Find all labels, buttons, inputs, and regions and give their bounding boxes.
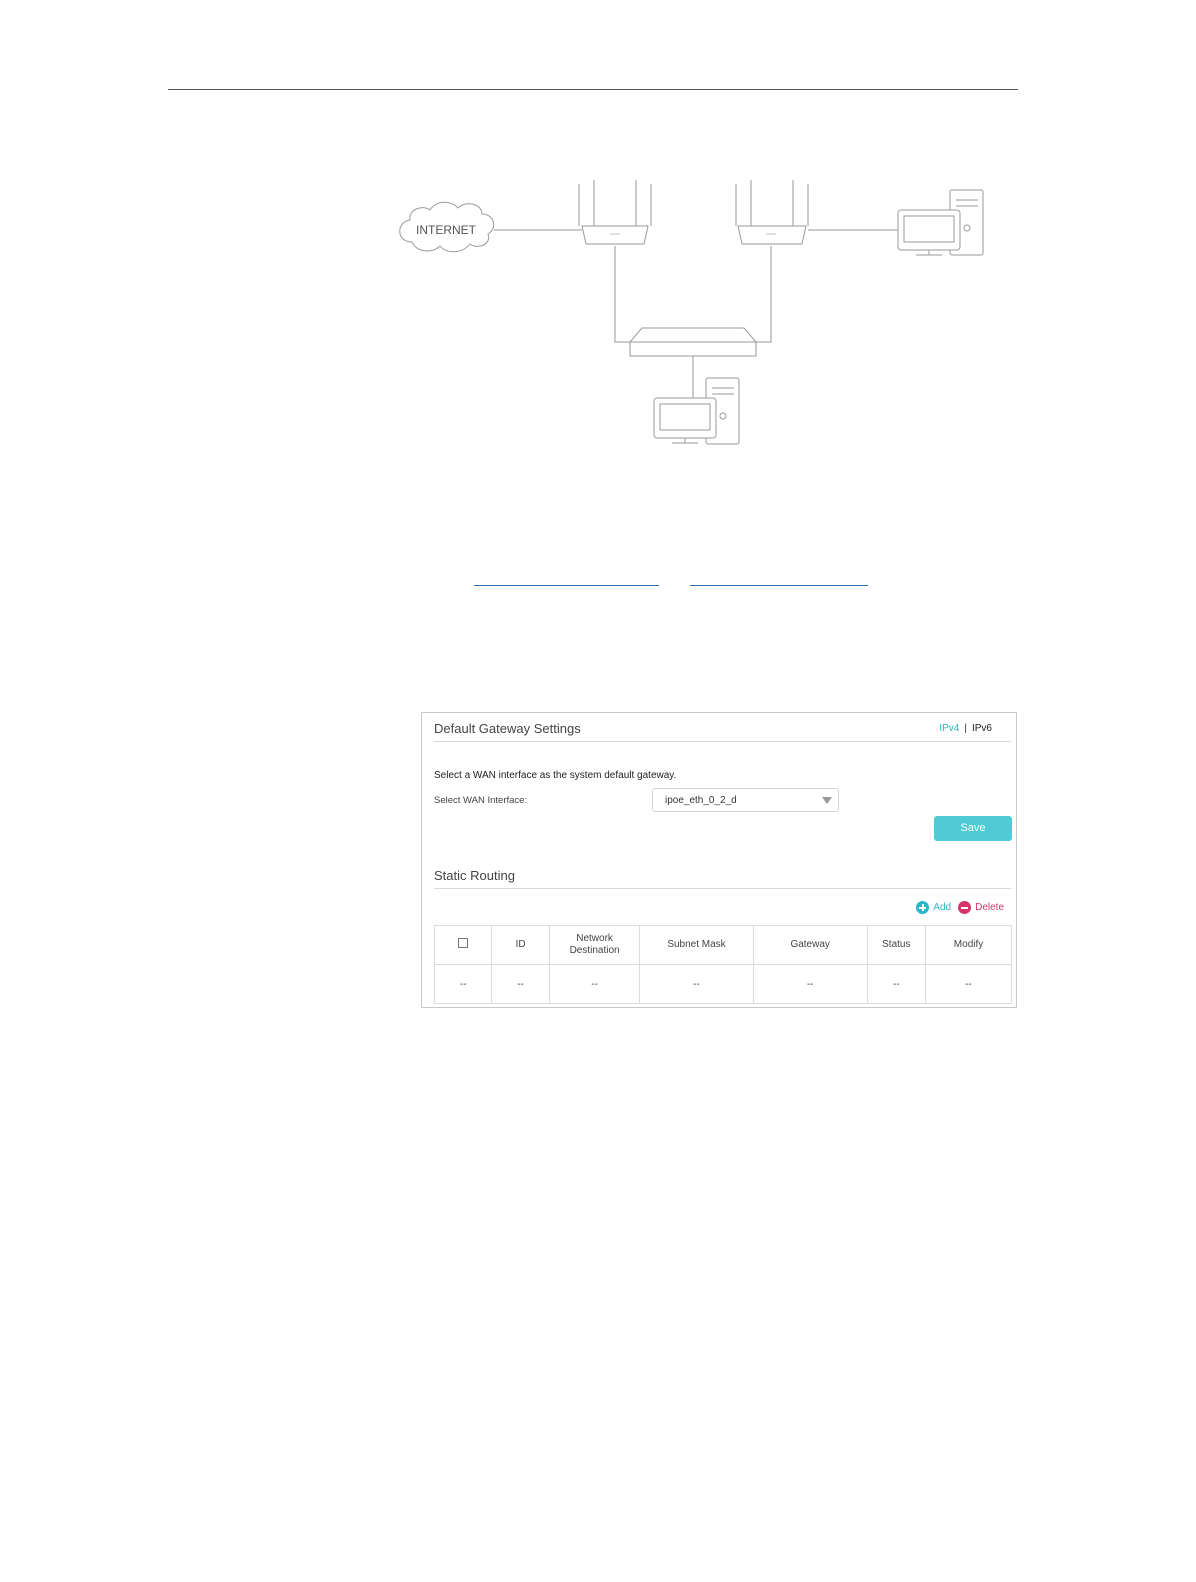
default-gateway-panel: Default Gateway Settings IPv4 | IPv6 Selec… bbox=[421, 712, 1017, 1008]
table-cell: -- bbox=[925, 964, 1012, 1004]
column-header-gateway: Gateway bbox=[752, 925, 868, 965]
router-icon bbox=[735, 180, 809, 245]
column-header-status: Status bbox=[866, 925, 927, 965]
tab-ipv4[interactable]: IPv4 bbox=[939, 723, 959, 734]
desktop-computer-icon bbox=[653, 377, 740, 445]
add-icon bbox=[916, 901, 930, 914]
select-all-header bbox=[433, 925, 493, 965]
table-cell: -- bbox=[639, 964, 754, 1004]
table-cell: -- bbox=[548, 964, 641, 1004]
wan-interface-select[interactable]: ipoe_eth_0_2_d bbox=[652, 788, 839, 812]
select-all-checkbox[interactable] bbox=[458, 938, 469, 948]
table-cell: -- bbox=[433, 964, 493, 1004]
delete-icon bbox=[958, 901, 972, 914]
internet-label: INTERNET bbox=[416, 223, 477, 237]
static-routing-title: Static Routing bbox=[434, 868, 515, 883]
router-icon bbox=[578, 180, 652, 245]
static-routing-table: ID Network Destination Subnet Mask Gatew… bbox=[433, 925, 1012, 1004]
gateway-description: Select a WAN interface as the system def… bbox=[434, 770, 677, 781]
column-header-subnet-mask: Subnet Mask bbox=[639, 925, 754, 965]
table-actions: Add Delete bbox=[909, 901, 1004, 914]
chevron-down-icon bbox=[822, 797, 832, 804]
router1-switch-link bbox=[614, 246, 630, 343]
table-row: -- -- -- -- -- -- -- bbox=[433, 964, 1012, 1004]
tab-separator: | bbox=[964, 723, 967, 734]
router2-switch-link bbox=[756, 246, 772, 343]
network-topology-diagram: INTERNET bbox=[399, 180, 984, 445]
column-header-modify: Modify bbox=[925, 925, 1012, 965]
table-cell: -- bbox=[866, 964, 927, 1004]
add-button[interactable]: Add bbox=[916, 901, 951, 914]
header-rule bbox=[168, 89, 1018, 90]
add-label: Add bbox=[933, 902, 952, 913]
network-switch-icon bbox=[628, 327, 758, 357]
ip-version-tabs: IPv4 | IPv6 bbox=[939, 723, 992, 734]
desktop-computer-icon bbox=[897, 189, 984, 256]
hyperlink-underline[interactable] bbox=[474, 585, 659, 586]
wan-interface-value: ipoe_eth_0_2_d bbox=[665, 795, 737, 806]
table-header-row: ID Network Destination Subnet Mask Gatew… bbox=[433, 925, 1012, 965]
delete-button[interactable]: Delete bbox=[958, 901, 1004, 914]
divider bbox=[434, 741, 1011, 742]
table-cell: -- bbox=[491, 964, 550, 1004]
save-button[interactable]: Save bbox=[934, 816, 1012, 841]
hyperlink-underline[interactable] bbox=[690, 585, 868, 586]
wan-interface-label: Select WAN Interface: bbox=[434, 795, 528, 806]
tab-ipv6[interactable]: IPv6 bbox=[972, 723, 992, 734]
table-cell: -- bbox=[752, 964, 868, 1004]
column-header-network-destination: Network Destination bbox=[548, 925, 641, 965]
divider bbox=[434, 888, 1011, 889]
column-header-id: ID bbox=[491, 925, 550, 965]
panel-title: Default Gateway Settings bbox=[434, 721, 581, 736]
column-header-network-destination-label: Network Destination bbox=[569, 933, 620, 956]
delete-label: Delete bbox=[975, 902, 1004, 913]
